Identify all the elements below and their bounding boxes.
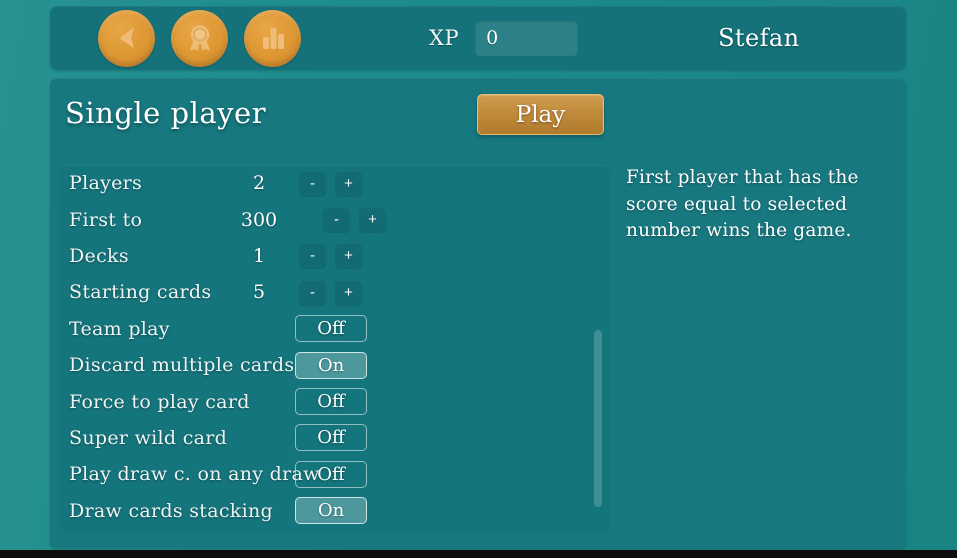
- decrement-button[interactable]: -: [299, 279, 326, 305]
- setting-label: Team play: [69, 317, 170, 340]
- setting-value: 1: [252, 244, 266, 267]
- settings-scrollbar-thumb[interactable]: [594, 330, 602, 507]
- setting-label: Starting cards: [69, 281, 212, 304]
- setting-label: First to: [69, 208, 143, 231]
- bottom-strip: [0, 550, 957, 558]
- setting-value: 300: [240, 208, 278, 231]
- increment-button[interactable]: +: [335, 243, 362, 269]
- statistics-button[interactable]: [244, 9, 301, 67]
- topbar-icon-group: [98, 9, 301, 67]
- setting-stepper: - +: [299, 243, 362, 269]
- increment-button[interactable]: +: [335, 170, 362, 196]
- setting-label: Super wild card: [69, 426, 228, 449]
- achievements-icon: [189, 25, 210, 51]
- setting-value: 5: [252, 281, 266, 304]
- setting-toggle[interactable]: Off: [295, 460, 367, 488]
- back-icon: [119, 28, 134, 48]
- setting-label: Draw cards stacking: [69, 499, 273, 522]
- settings-row: Players 2 - +: [61, 165, 610, 201]
- settings-panel: Players 2- + First to 300- + Decks 1- + Starting …: [61, 165, 610, 534]
- decrement-button[interactable]: -: [323, 207, 350, 233]
- settings-row: Starting cards 5 - +: [61, 274, 610, 310]
- xp-label: XP: [429, 26, 460, 50]
- setting-toggle[interactable]: Off: [295, 315, 367, 343]
- settings-row: Draw cards stacking On: [61, 493, 610, 529]
- settings-row: Decks 1 - +: [61, 238, 610, 274]
- game-screen: XP 0 Stefan Single player Play Players 2 -…: [0, 0, 957, 558]
- setting-toggle[interactable]: Off: [295, 388, 367, 416]
- setting-label: Force to play card: [69, 390, 250, 413]
- decrement-button[interactable]: -: [299, 243, 326, 269]
- main-panel: Single player Play Players 2- + First to 300…: [50, 78, 906, 548]
- xp-value: 0: [486, 27, 499, 49]
- settings-row: Discard multiple cards On: [61, 347, 610, 383]
- setting-stepper: - +: [323, 207, 386, 233]
- setting-stepper: - +: [299, 170, 362, 196]
- top-bar: XP 0 Stefan: [50, 6, 906, 70]
- increment-button[interactable]: +: [359, 207, 386, 233]
- settings-row: First to 300 - +: [61, 201, 610, 237]
- settings-row-list: Players 2- + First to 300- + Decks 1- + Starting …: [61, 165, 610, 529]
- back-button[interactable]: [98, 9, 155, 67]
- achievements-button[interactable]: [171, 9, 228, 67]
- setting-label: Decks: [69, 244, 129, 267]
- setting-value: 2: [252, 172, 266, 195]
- decrement-button[interactable]: -: [299, 170, 326, 196]
- setting-toggle[interactable]: On: [295, 351, 367, 379]
- statistics-icon: [262, 28, 284, 49]
- increment-button[interactable]: +: [335, 279, 362, 305]
- settings-row: Play draw c. on any draw Off: [61, 456, 610, 492]
- page-title: Single player: [65, 96, 267, 130]
- setting-label: Discard multiple cards: [69, 354, 295, 377]
- settings-row: Super wild card Off: [61, 420, 610, 456]
- info-description: First player that has the score equal to…: [626, 167, 859, 241]
- setting-toggle[interactable]: On: [295, 497, 367, 525]
- settings-row: Force to play card Off: [61, 383, 610, 419]
- setting-toggle[interactable]: Off: [295, 424, 367, 452]
- play-button[interactable]: Play: [477, 94, 604, 135]
- info-panel: First player that has the score equal to…: [626, 165, 894, 245]
- player-name: Stefan: [718, 24, 800, 52]
- setting-label: Play draw c. on any draw: [69, 463, 320, 486]
- setting-label: Players: [69, 172, 143, 195]
- settings-row: Team play Off: [61, 311, 610, 347]
- setting-stepper: - +: [299, 279, 362, 305]
- xp-field[interactable]: 0: [475, 20, 579, 56]
